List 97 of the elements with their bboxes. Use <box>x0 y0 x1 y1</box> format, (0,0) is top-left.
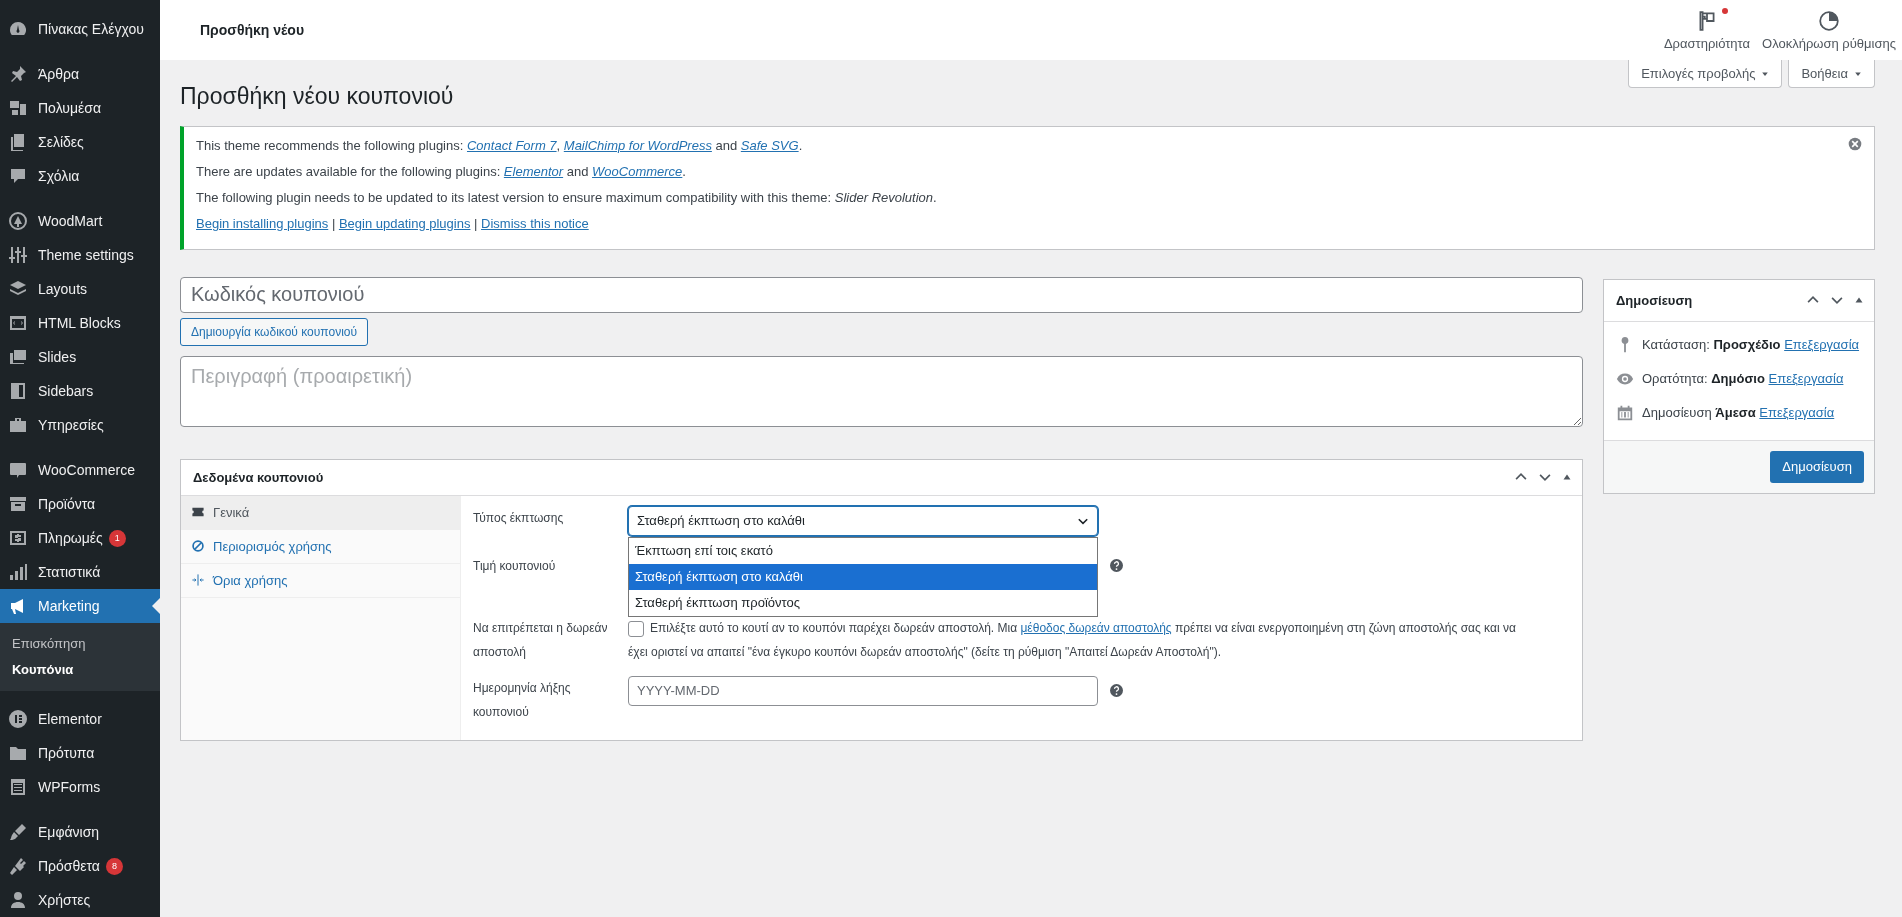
page-heading: Προσθήκη νέου κουπονιού <box>180 82 454 111</box>
menu-item[interactable]: Elementor <box>0 702 160 736</box>
publish-button[interactable]: Δημοσίευση <box>1770 450 1864 483</box>
triangle-up-icon <box>1562 472 1572 483</box>
calendar-icon <box>1616 403 1634 422</box>
coupon-code-field[interactable]: Κωδικός κουπονιού <box>180 276 1583 313</box>
menu-item[interactable]: Slides <box>0 340 160 374</box>
menu-item[interactable]: Προϊόντα <box>0 487 160 521</box>
bar-chart-icon <box>8 562 28 582</box>
edit-link[interactable]: Επεξεργασία <box>1784 337 1860 353</box>
notice-link[interactable]: Dismiss this notice <box>481 215 589 231</box>
menu-item[interactable]: Άρθρα <box>0 57 160 91</box>
user-icon <box>8 890 28 910</box>
triangle-up-icon <box>1854 295 1864 306</box>
sidebar-icon <box>8 381 28 401</box>
archive-box-icon <box>8 494 28 514</box>
menu-item[interactable]: Sidebars <box>0 374 160 408</box>
header-action[interactable]: Ολοκλήρωση ρύθμισης <box>1756 0 1902 60</box>
notice-link[interactable]: MailChimp for WordPress <box>563 137 712 153</box>
dismiss-icon <box>1848 136 1862 151</box>
notice-link[interactable]: Begin installing plugins <box>196 215 329 231</box>
submenu-item[interactable]: Κουπόνια <box>0 657 160 683</box>
menu-item[interactable]: Πίνακας Ελέγχου <box>0 12 160 46</box>
menu-item[interactable]: Πρόσθετα 8 <box>0 849 160 883</box>
edit-link[interactable]: Επεξεργασία <box>1759 405 1835 421</box>
dollar-icon <box>8 528 28 548</box>
status-text: Κατάσταση: Προσχέδιο Επεξεργασία <box>1642 337 1860 353</box>
field-label: Να επιτρέπεται η δωρεάν αποστολή <box>473 619 609 661</box>
field-label: Τύπος έκπτωσης <box>473 509 565 527</box>
edit-link[interactable]: Επεξεργασία <box>1768 371 1844 387</box>
panel-tab[interactable]: Γενικά <box>181 495 460 530</box>
dropdown-button[interactable]: Βοήθεια <box>1788 60 1875 88</box>
notice-text: The following plugin needs to be updated to its latest version to ensure maximum compatibility with this theme: Slider Revolution. <box>196 188 937 207</box>
field-label: Τιμή κουπονιού <box>473 557 557 575</box>
expiry-date-field[interactable]: YYYY-MM-DD <box>628 675 1098 706</box>
caret-icon <box>1854 69 1862 78</box>
panel-title: Δεδομένα κουπονιού <box>193 469 324 485</box>
plug-icon <box>8 856 28 876</box>
panel-tab[interactable]: Περιορισμός χρήσης <box>181 529 460 564</box>
status-text: Δημοσίευση Άμεσα Επεξεργασία <box>1642 405 1835 421</box>
discount-type-select[interactable]: Σταθερή έκπτωση στο καλάθι <box>628 505 1098 536</box>
menu-item[interactable]: Υπηρεσίες <box>0 408 160 442</box>
menu-item[interactable]: WPForms <box>0 770 160 804</box>
menu-item[interactable]: Σχόλια <box>0 159 160 193</box>
progress-circle-icon <box>1818 9 1841 32</box>
menu-item[interactable]: Εμφάνιση <box>0 815 160 849</box>
checkbox[interactable] <box>628 620 644 637</box>
menu-item[interactable]: Layouts <box>0 272 160 306</box>
notice-link[interactable]: Begin updating plugins <box>338 215 471 231</box>
circle-lines-icon <box>8 709 28 729</box>
menu-item[interactable]: Πολυμέσα <box>0 91 160 125</box>
menu-item[interactable]: Σελίδες <box>0 125 160 159</box>
header-action[interactable]: Δραστηριότητα <box>1657 0 1757 60</box>
notice-text: Begin installing plugins | Begin updating plugins | Dismiss this notice <box>196 214 590 233</box>
notice-link[interactable]: Elementor <box>503 163 564 179</box>
menu-item[interactable]: Χρήστες <box>0 883 160 917</box>
menu-item[interactable]: Στατιστικά <box>0 555 160 589</box>
dropdown-option[interactable]: Έκπτωση επί τοις εκατό <box>629 537 1097 564</box>
dropdown-button[interactable]: Επιλογές προβολής <box>1628 60 1783 88</box>
count-badge: 1 <box>108 529 126 547</box>
generate-code-button[interactable]: Δημιουργία κωδικού κουπονιού <box>180 317 369 346</box>
code-icon <box>8 313 28 333</box>
menu-item[interactable]: Πληρωμές 1 <box>0 521 160 555</box>
caret-icon <box>1761 69 1770 78</box>
brush-icon <box>8 822 28 842</box>
menu-item[interactable]: Πρότυπα <box>0 736 160 770</box>
field-label: Ημερομηνία λήξης κουπονιού <box>473 679 572 721</box>
briefcase-icon <box>8 415 28 435</box>
description-field[interactable]: Περιγραφή (προαιρετική) <box>180 355 1583 427</box>
notice-link[interactable]: Safe SVG <box>740 137 799 153</box>
notice-text: There are updates available for the following plugins: Elementor and WooCommerce. <box>196 162 687 181</box>
count-badge: 8 <box>105 857 123 875</box>
form-icon <box>8 777 28 797</box>
description-link[interactable]: μέθοδος δωρεάν αποστολής <box>1020 620 1172 635</box>
menu-item[interactable]: WoodMart <box>0 204 160 238</box>
arrows-in-icon <box>191 573 205 588</box>
menu-item[interactable]: Theme settings <box>0 238 160 272</box>
panel-title: Δημοσίευση <box>1616 292 1693 308</box>
dropdown-option[interactable]: Σταθερή έκπτωση στο καλάθι <box>629 563 1097 590</box>
dropdown-option[interactable]: Σταθερή έκπτωση προϊόντος <box>629 589 1097 616</box>
field-description: Επιλέξτε αυτό το κουτί αν το κουπόνι παρέχει δωρεάν αποστολή. Μια μέθοδος δωρεάν αποστολής πρέπει να είναι ενεργοποιημένη στη ζώνη αποστολής σας και να έχει οριστεί να απαιτεί "ένα έγκυρο κουπόνι δωρεάν αποστολής" (δείτε τη ρύθμιση "Απαιτεί Δωρεάν Αποστολή"). <box>628 619 1517 661</box>
notice-link[interactable]: WooCommerce <box>592 163 683 179</box>
menu-item[interactable]: WooCommerce <box>0 453 160 487</box>
panel-tab[interactable]: Όρια χρήσης <box>181 563 460 598</box>
prohibited-icon <box>191 539 205 554</box>
status-text: Ορατότητα: Δημόσιο Επεξεργασία <box>1642 371 1844 387</box>
media-icon <box>8 98 28 118</box>
notice-text: This theme recommends the following plugins: Contact Form 7, MailChimp for WordPress and Safe SVG. <box>196 136 804 155</box>
menu-item[interactable]: HTML Blocks <box>0 306 160 340</box>
speech-bubble-icon <box>8 166 28 186</box>
page-title: Προσθήκη νέου <box>200 22 305 38</box>
submenu-item[interactable]: Επισκόπηση <box>0 631 160 657</box>
sliders-icon <box>8 245 28 265</box>
slides-icon <box>8 347 28 367</box>
menu-item[interactable]: Marketing <box>0 589 160 623</box>
tree-icon <box>8 211 28 231</box>
notice-link[interactable]: Contact Form 7 <box>466 137 557 153</box>
